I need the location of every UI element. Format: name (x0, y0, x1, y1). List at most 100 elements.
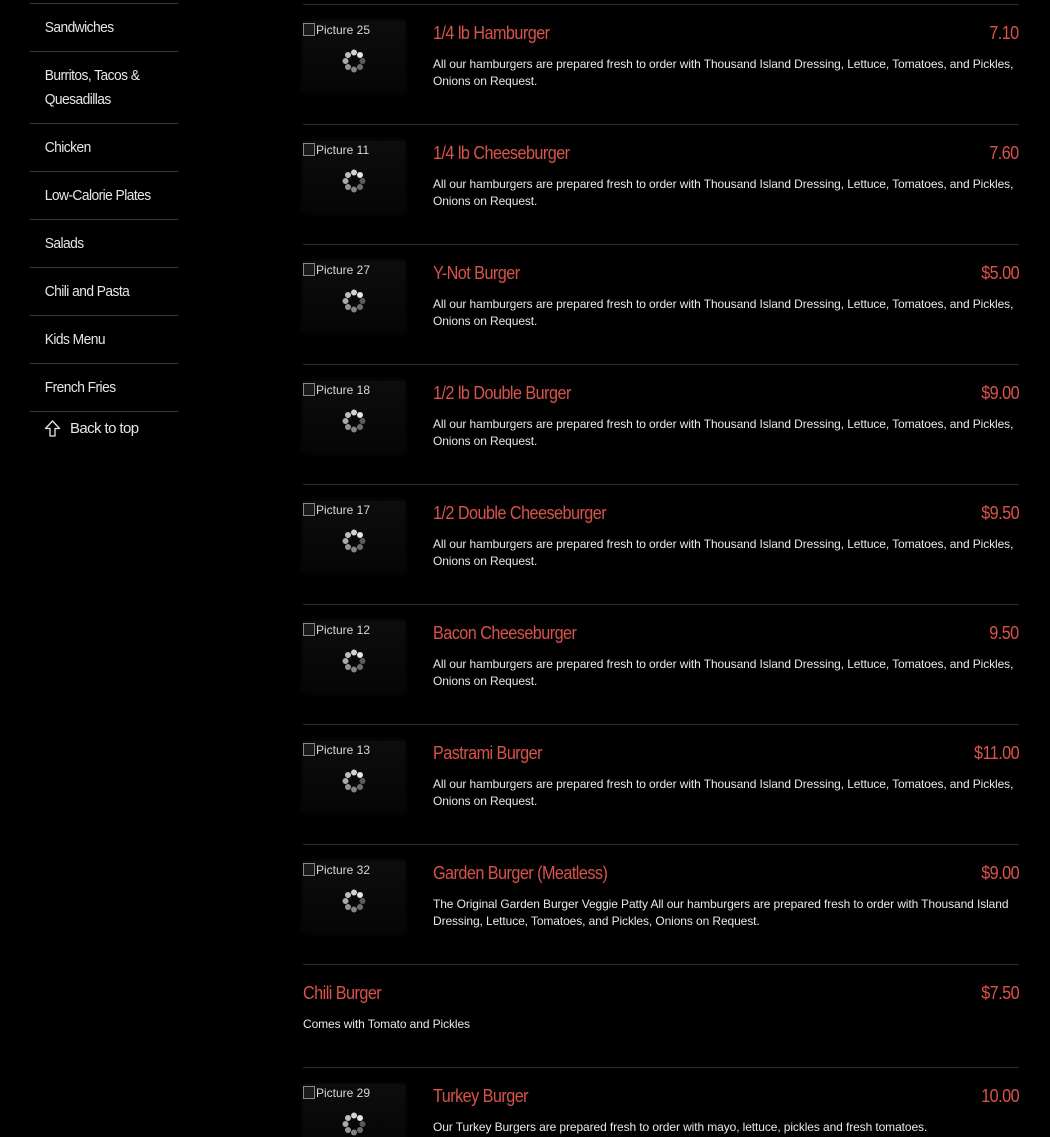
menu-item-list: Picture 25 1/4 lb Hamburger 7.10 All our ha… (303, 0, 1020, 1137)
menu-item: Picture 11 1/4 lb Cheeseburger 7.60 All our… (303, 125, 1020, 245)
menu-item-description: All our hamburgers are prepared fresh to… (433, 297, 1014, 328)
back-to-top-link[interactable]: Back to top (30, 411, 178, 445)
menu-item-price: $5.00 (981, 263, 1019, 283)
menu-item-picture[interactable]: Picture 29 (303, 1084, 405, 1137)
menu-item: Picture 29 Turkey Burger 10.00 Our Turkey B… (303, 1068, 1020, 1137)
menu-item-price: $9.00 (981, 383, 1019, 403)
loading-spinner-icon (342, 49, 366, 73)
menu-item: Picture 13 Pastrami Burger $11.00 All our h… (303, 725, 1020, 845)
menu-item: Picture 12 Bacon Cheeseburger 9.50 All our … (303, 605, 1020, 725)
menu-item: Picture 25 1/4 lb Hamburger 7.10 All our ha… (303, 5, 1020, 125)
picture-alt-label: Picture 13 (316, 743, 371, 757)
sidebar-item-wrap: Chili and Pasta (30, 267, 178, 315)
menu-item-price: $9.00 (981, 863, 1019, 883)
menu-item-description: All our hamburgers are prepared fresh to… (433, 537, 1014, 568)
menu-item-name[interactable]: 1/2 Double Cheeseburger (433, 503, 607, 524)
menu-item-description: All our hamburgers are prepared fresh to… (433, 657, 1014, 688)
picture-alt-label: Picture 11 (316, 143, 370, 157)
category-sidebar: Sandwiches Burritos, Tacos & Quesadillas C… (30, 0, 178, 445)
picture-alt-text: Picture 13 (303, 743, 370, 757)
menu-item-name[interactable]: 1/2 lb Double Burger (433, 383, 571, 404)
menu-item-description: Our Turkey Burgers are prepared fresh to… (433, 1120, 928, 1134)
broken-image-icon (303, 623, 315, 636)
picture-alt-label: Picture 27 (316, 263, 371, 277)
sidebar-item[interactable]: Kids Menu (30, 316, 177, 363)
menu-item-name[interactable]: Turkey Burger (433, 1086, 529, 1107)
menu-item-price: 9.50 (989, 623, 1020, 643)
menu-item: Picture 18 1/2 lb Double Burger $9.00 All o… (303, 365, 1020, 485)
menu-item-name[interactable]: Chili Burger (303, 983, 382, 1004)
category-list: Sandwiches Burritos, Tacos & Quesadillas C… (30, 4, 178, 411)
menu-item-picture[interactable]: Picture 13 (303, 741, 405, 813)
back-to-top-label: Back to top (70, 420, 139, 437)
picture-alt-text: Picture 29 (303, 1086, 370, 1100)
loading-spinner-icon (342, 169, 366, 193)
menu-item-name[interactable]: 1/4 lb Cheeseburger (433, 143, 570, 164)
menu-item-picture[interactable]: Picture 12 (303, 621, 405, 693)
sidebar-item-wrap: Low-Calorie Plates (30, 171, 178, 219)
sidebar-item[interactable]: Burritos, Tacos & Quesadillas (30, 52, 177, 123)
menu-item-price: $11.00 (973, 743, 1020, 763)
menu-item: Chili Burger $7.50 Comes with Tomato and P… (303, 965, 1020, 1068)
picture-alt-label: Picture 12 (316, 623, 371, 637)
menu-item-name[interactable]: Pastrami Burger (433, 743, 542, 764)
sidebar-item-wrap: Salads (30, 219, 178, 267)
loading-spinner-icon (342, 529, 366, 553)
menu-item-description: All our hamburgers are prepared fresh to… (433, 57, 1014, 88)
menu-item-name[interactable]: Y-Not Burger (433, 263, 520, 284)
broken-image-icon (303, 263, 315, 276)
menu-item-price: 10.00 (981, 1086, 1019, 1106)
picture-alt-label: Picture 32 (316, 863, 371, 877)
menu-item-name[interactable]: Bacon Cheeseburger (433, 623, 577, 644)
menu-item-picture[interactable]: Picture 11 (303, 141, 405, 213)
broken-image-icon (303, 383, 315, 396)
loading-spinner-icon (342, 409, 366, 433)
broken-image-icon (303, 743, 315, 756)
menu-item: Picture 27 Y-Not Burger $5.00 All our hambu… (303, 245, 1020, 365)
picture-alt-text: Picture 25 (303, 23, 370, 37)
menu-item-description: Comes with Tomato and Pickles (303, 1017, 470, 1031)
picture-alt-label: Picture 25 (316, 23, 371, 37)
loading-spinner-icon (342, 289, 366, 313)
picture-alt-text: Picture 17 (303, 503, 370, 517)
picture-alt-text: Picture 12 (303, 623, 370, 637)
picture-alt-text: Picture 11 (303, 143, 369, 157)
loading-spinner-icon (342, 649, 366, 673)
menu-item-description: All our hamburgers are prepared fresh to… (433, 177, 1014, 208)
menu-item-description: All our hamburgers are prepared fresh to… (433, 417, 1014, 448)
sidebar-item[interactable]: French Fries (30, 364, 177, 411)
picture-alt-label: Picture 17 (316, 503, 371, 517)
menu-page: Sandwiches Burritos, Tacos & Quesadillas C… (0, 0, 1050, 1137)
menu-item-picture[interactable]: Picture 27 (303, 261, 405, 333)
menu-item-price: $9.50 (981, 503, 1019, 523)
menu-item-picture[interactable]: Picture 25 (303, 21, 405, 93)
picture-alt-label: Picture 29 (316, 1086, 371, 1100)
sidebar-item[interactable]: Sandwiches (30, 4, 177, 51)
broken-image-icon (303, 863, 315, 876)
picture-alt-label: Picture 18 (316, 383, 371, 397)
menu-item-picture[interactable]: Picture 17 (303, 501, 405, 573)
menu-item-price: 7.10 (989, 23, 1020, 43)
sidebar-item-wrap: French Fries (30, 363, 178, 411)
loading-spinner-icon (342, 1112, 366, 1136)
menu-item-picture[interactable]: Picture 18 (303, 381, 405, 453)
loading-spinner-icon (342, 769, 366, 793)
sidebar-item[interactable]: Chicken (30, 124, 177, 171)
broken-image-icon (303, 23, 315, 36)
up-arrow-icon (44, 420, 61, 437)
menu-item-name[interactable]: 1/4 lb Hamburger (433, 23, 550, 44)
loading-spinner-icon (342, 889, 366, 913)
sidebar-item[interactable]: Chili and Pasta (30, 268, 177, 315)
broken-image-icon (303, 503, 315, 516)
sidebar-item[interactable]: Salads (30, 220, 177, 267)
menu-item-price: 7.60 (989, 143, 1020, 163)
menu-item-name[interactable]: Garden Burger (Meatless) (433, 863, 608, 884)
menu-item-description: All our hamburgers are prepared fresh to… (433, 777, 1014, 808)
broken-image-icon (303, 143, 315, 156)
picture-alt-text: Picture 18 (303, 383, 370, 397)
broken-image-icon (303, 1086, 315, 1099)
sidebar-item-wrap: Kids Menu (30, 315, 178, 363)
sidebar-item-wrap: Sandwiches (30, 4, 178, 51)
sidebar-item[interactable]: Low-Calorie Plates (30, 172, 177, 219)
menu-item-picture[interactable]: Picture 32 (303, 861, 405, 933)
